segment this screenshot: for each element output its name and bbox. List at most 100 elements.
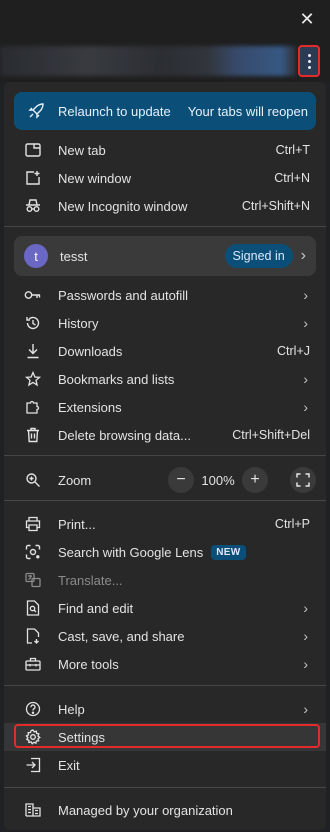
translate-label: Translate... [58,572,123,588]
new-window-shortcut: Ctrl+N [274,171,310,185]
help-label: Help [58,701,85,717]
chevron-right-icon: › [303,399,308,415]
menu-item-new-incognito-window[interactable]: New Incognito window Ctrl+Shift+N [4,192,326,220]
zoom-in-button[interactable]: + [242,467,268,493]
new-tab-icon [24,141,42,159]
menu-item-new-tab[interactable]: New tab Ctrl+T [4,136,326,164]
managed-by-organization[interactable]: Managed by your organization [4,796,326,824]
chevron-right-icon: › [303,600,308,616]
gear-icon [24,728,42,746]
bookmarks-label: Bookmarks and lists [58,371,175,387]
chevron-right-icon: › [303,628,308,644]
more-tools-label: More tools [58,656,119,672]
toolbar-background [0,46,296,76]
menu-item-new-window[interactable]: New window Ctrl+N [4,164,326,192]
menu-item-more-tools[interactable]: More tools › [4,650,326,678]
chrome-main-menu: Relaunch to update Your tabs will reopen… [4,82,326,830]
chevron-right-icon: › [303,656,308,672]
browser-toolbar: ✕ [0,0,330,82]
delete-browsing-data-label: Delete browsing data... [58,427,191,443]
new-badge: NEW [211,544,246,560]
profile-row[interactable]: t tesst Signed in › [14,236,316,276]
managed-label: Managed by your organization [58,802,233,818]
google-lens-label-wrap: Search with Google Lens NEW [58,544,326,560]
menu-item-bookmarks[interactable]: Bookmarks and lists › [4,365,326,393]
help-icon [24,700,42,718]
rocket-icon [18,103,54,119]
menu-item-translate: Translate... [4,566,326,594]
avatar: t [24,244,48,268]
zoom-out-button[interactable]: − [168,467,194,493]
downloads-shortcut: Ctrl+J [277,344,310,358]
print-shortcut: Ctrl+P [274,517,310,531]
menu-item-print[interactable]: Print... Ctrl+P [4,510,326,538]
fullscreen-button[interactable] [290,467,316,493]
menu-item-cast-save-share[interactable]: Cast, save, and share › [4,622,326,650]
new-incognito-label: New Incognito window [58,198,188,214]
menu-item-settings[interactable]: Settings [4,723,326,751]
chevron-right-icon: › [303,701,308,717]
find-and-edit-label: Find and edit [58,600,134,616]
building-icon [24,801,42,819]
new-tab-shortcut: Ctrl+T [275,143,310,157]
translate-icon [24,571,42,589]
zoom-value: 100% [201,472,235,488]
signed-in-badge: Signed in [224,244,293,268]
history-label: History [58,315,99,331]
menu-item-passwords[interactable]: Passwords and autofill › [4,281,326,309]
menu-item-exit[interactable]: Exit [4,751,326,779]
menu-divider [4,455,326,456]
trash-icon [24,426,42,444]
menu-item-find-and-edit[interactable]: Find and edit › [4,594,326,622]
menu-divider [4,500,326,501]
history-icon [24,314,42,332]
incognito-icon [24,197,42,215]
extensions-label: Extensions [58,399,122,415]
new-incognito-shortcut: Ctrl+Shift+N [241,199,310,213]
menu-item-delete-browsing-data[interactable]: Delete browsing data... Ctrl+Shift+Del [4,421,326,449]
print-icon [24,515,42,533]
key-icon [24,286,42,304]
delete-browsing-data-shortcut: Ctrl+Shift+Del [232,428,310,442]
zoom-row: Zoom − 100% + [4,466,326,494]
exit-label: Exit [58,757,80,773]
toolbox-icon [24,655,42,673]
fullscreen-icon [296,473,310,487]
menu-divider [4,685,326,686]
print-label: Print... [58,516,96,532]
passwords-label: Passwords and autofill [58,287,189,303]
chevron-right-icon: › [303,287,308,303]
settings-label: Settings [58,729,105,745]
exit-icon [24,756,42,774]
star-icon [24,370,42,388]
menu-divider [4,226,326,227]
extension-icon [24,398,42,416]
relaunch-to-update-button[interactable]: Relaunch to update Your tabs will reopen [14,92,316,130]
download-icon [24,342,42,360]
relaunch-label: Relaunch to update [58,103,171,119]
chevron-right-icon: › [303,315,308,331]
cast-icon [24,627,42,645]
cast-save-share-label: Cast, save, and share [58,628,185,644]
new-window-icon [24,169,42,187]
chevron-right-icon: › [300,247,306,264]
customize-menu-button[interactable] [298,45,320,77]
menu-item-history[interactable]: History › [4,309,326,337]
new-tab-label: New tab [58,142,106,158]
find-icon [24,599,42,617]
close-window-button[interactable]: ✕ [296,8,318,30]
zoom-label: Zoom [58,472,92,488]
zoom-icon [24,471,42,489]
menu-item-help[interactable]: Help › [4,695,326,723]
menu-item-downloads[interactable]: Downloads Ctrl+J [4,337,326,365]
more-vert-icon [307,52,311,70]
downloads-label: Downloads [58,343,123,359]
lens-icon [24,543,42,561]
close-icon: ✕ [299,8,315,29]
menu-divider [4,787,326,788]
profile-name: tesst [60,248,88,264]
google-lens-label: Search with Google Lens [58,544,204,560]
menu-item-google-lens[interactable]: Search with Google Lens NEW [4,538,326,566]
relaunch-sublabel: Your tabs will reopen [187,103,308,119]
menu-item-extensions[interactable]: Extensions › [4,393,326,421]
